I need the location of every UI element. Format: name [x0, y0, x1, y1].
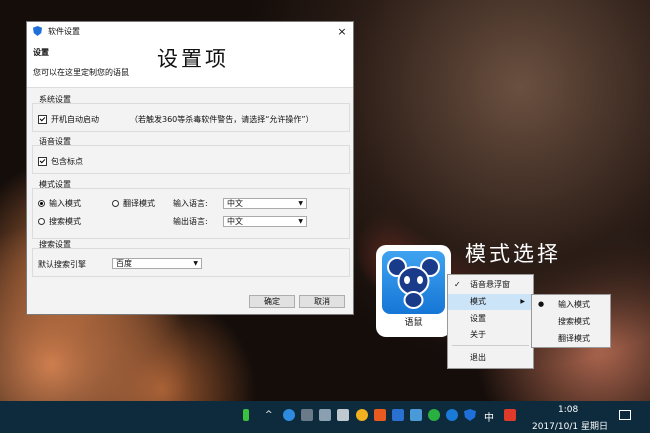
notification-icon[interactable] — [619, 410, 631, 420]
header-subtitle: 您可以在这里定制您的语鼠 — [33, 68, 129, 77]
punct-label: 包含标点 — [51, 157, 83, 166]
menu-item-label: 模式 — [470, 297, 486, 306]
dialog-header: 设置 您可以在这里定制您的语鼠 设置项 — [27, 40, 353, 88]
submenu-item-label: 输入模式 — [558, 300, 590, 309]
mouse-icon — [387, 257, 440, 309]
chevron-right-icon: ▶ — [520, 298, 525, 305]
shield-icon[interactable] — [464, 409, 476, 421]
mode-group-box — [32, 188, 350, 239]
autostart-checkbox[interactable] — [38, 115, 47, 124]
menu-separator — [452, 345, 529, 346]
input-mode-radio-row[interactable]: 输入模式 — [38, 198, 81, 209]
translate-mode-radio[interactable] — [112, 200, 119, 207]
chevron-down-icon: ▼ — [193, 260, 198, 267]
menu-item-mode[interactable]: 模式 ▶ — [448, 294, 533, 310]
shield-icon — [33, 26, 42, 36]
app-icon[interactable]: 语鼠 — [376, 245, 451, 337]
submenu-item-input[interactable]: ● 输入模式 — [532, 296, 610, 313]
mode-submenu: ● 输入模式 搜索模式 翻译模式 — [531, 294, 611, 348]
input-lang-value: 中文 — [227, 199, 243, 208]
tray-app-icon[interactable] — [446, 409, 458, 421]
input-mode-radio[interactable] — [38, 200, 45, 207]
menu-item-label: 退出 — [470, 353, 486, 362]
close-button[interactable]: × — [331, 25, 353, 38]
ime-indicator[interactable]: 中 — [484, 409, 494, 424]
tray-app-icon[interactable] — [301, 409, 313, 421]
punct-checkbox-row[interactable]: 包含标点 — [38, 156, 83, 167]
submenu-item-search[interactable]: 搜索模式 — [532, 313, 610, 330]
app-icon-tile — [382, 251, 445, 314]
bullet-icon: ● — [538, 300, 545, 308]
tray-app-icon[interactable] — [410, 409, 422, 421]
engine-select[interactable]: 百度 ▼ — [112, 258, 202, 269]
title-bar: 软件设置 × — [27, 22, 353, 40]
input-mode-label: 输入模式 — [49, 199, 81, 208]
settings-dialog: 软件设置 × 设置 您可以在这里定制您的语鼠 设置项 系统设置 开机自动启动 （… — [26, 21, 354, 315]
engine-value: 百度 — [116, 259, 132, 268]
app-label: 语鼠 — [404, 318, 423, 328]
menu-item-exit[interactable]: 退出 — [448, 350, 533, 366]
clock-time[interactable]: 1:08 — [558, 405, 578, 415]
autostart-label: 开机自动启动 — [51, 115, 99, 124]
window-title: 软件设置 — [48, 26, 80, 36]
translate-mode-label: 翻译模式 — [123, 199, 155, 208]
submenu-item-translate[interactable]: 翻译模式 — [532, 330, 610, 347]
input-lang-select[interactable]: 中文 ▼ — [223, 198, 307, 209]
header-title: 设置 — [33, 48, 49, 57]
check-icon: ✓ — [454, 280, 461, 289]
tray-app-icon[interactable] — [283, 409, 295, 421]
chevron-down-icon: ▼ — [298, 218, 303, 225]
antivirus-note: （若触发360等杀毒软件警告，请选择“允许操作”） — [130, 115, 314, 124]
ok-button[interactable]: 确定 — [249, 295, 295, 308]
taskbar: ^ 中 1:08 2017/10/1 星期日 — [0, 401, 650, 433]
tray-app-icon[interactable] — [356, 409, 368, 421]
menu-item-floating-window[interactable]: ✓ 语音悬浮窗 — [448, 277, 533, 293]
cancel-button[interactable]: 取消 — [299, 295, 345, 308]
chevron-down-icon: ▼ — [298, 200, 303, 207]
autostart-checkbox-row[interactable]: 开机自动启动 — [38, 114, 99, 125]
sogou-icon[interactable] — [504, 409, 516, 421]
output-lang-value: 中文 — [227, 217, 243, 226]
punct-checkbox[interactable] — [38, 157, 47, 166]
output-lang-label: 输出语言: — [173, 217, 208, 226]
tray-app-icon[interactable] — [337, 409, 349, 421]
wechat-icon[interactable] — [428, 409, 440, 421]
tray-app-icon[interactable] — [374, 409, 386, 421]
menu-item-label: 语音悬浮窗 — [470, 280, 510, 289]
mode-annotation: 模式选择 — [465, 242, 561, 266]
search-mode-radio-row[interactable]: 搜索模式 — [38, 216, 81, 227]
submenu-item-label: 搜索模式 — [558, 317, 590, 326]
battery-icon[interactable] — [243, 409, 249, 421]
show-hidden-icons-chevron[interactable]: ^ — [265, 410, 273, 420]
menu-item-about[interactable]: 关于 — [448, 327, 533, 343]
engine-label: 默认搜索引擎 — [38, 260, 86, 269]
tray-app-icon[interactable] — [392, 409, 404, 421]
clock-date[interactable]: 2017/10/1 星期日 — [532, 419, 608, 432]
search-mode-label: 搜索模式 — [49, 217, 81, 226]
output-lang-select[interactable]: 中文 ▼ — [223, 216, 307, 227]
search-mode-radio[interactable] — [38, 218, 45, 225]
menu-item-label: 设置 — [470, 314, 486, 323]
tray-context-menu: ✓ 语音悬浮窗 模式 ▶ 设置 关于 退出 — [447, 274, 534, 369]
translate-mode-radio-row[interactable]: 翻译模式 — [112, 198, 155, 209]
settings-annotation: 设置项 — [157, 47, 229, 71]
menu-item-settings[interactable]: 设置 — [448, 311, 533, 327]
tray-app-icon[interactable] — [319, 409, 331, 421]
submenu-item-label: 翻译模式 — [558, 334, 590, 343]
menu-item-label: 关于 — [470, 330, 486, 339]
input-lang-label: 输入语言: — [173, 199, 208, 208]
